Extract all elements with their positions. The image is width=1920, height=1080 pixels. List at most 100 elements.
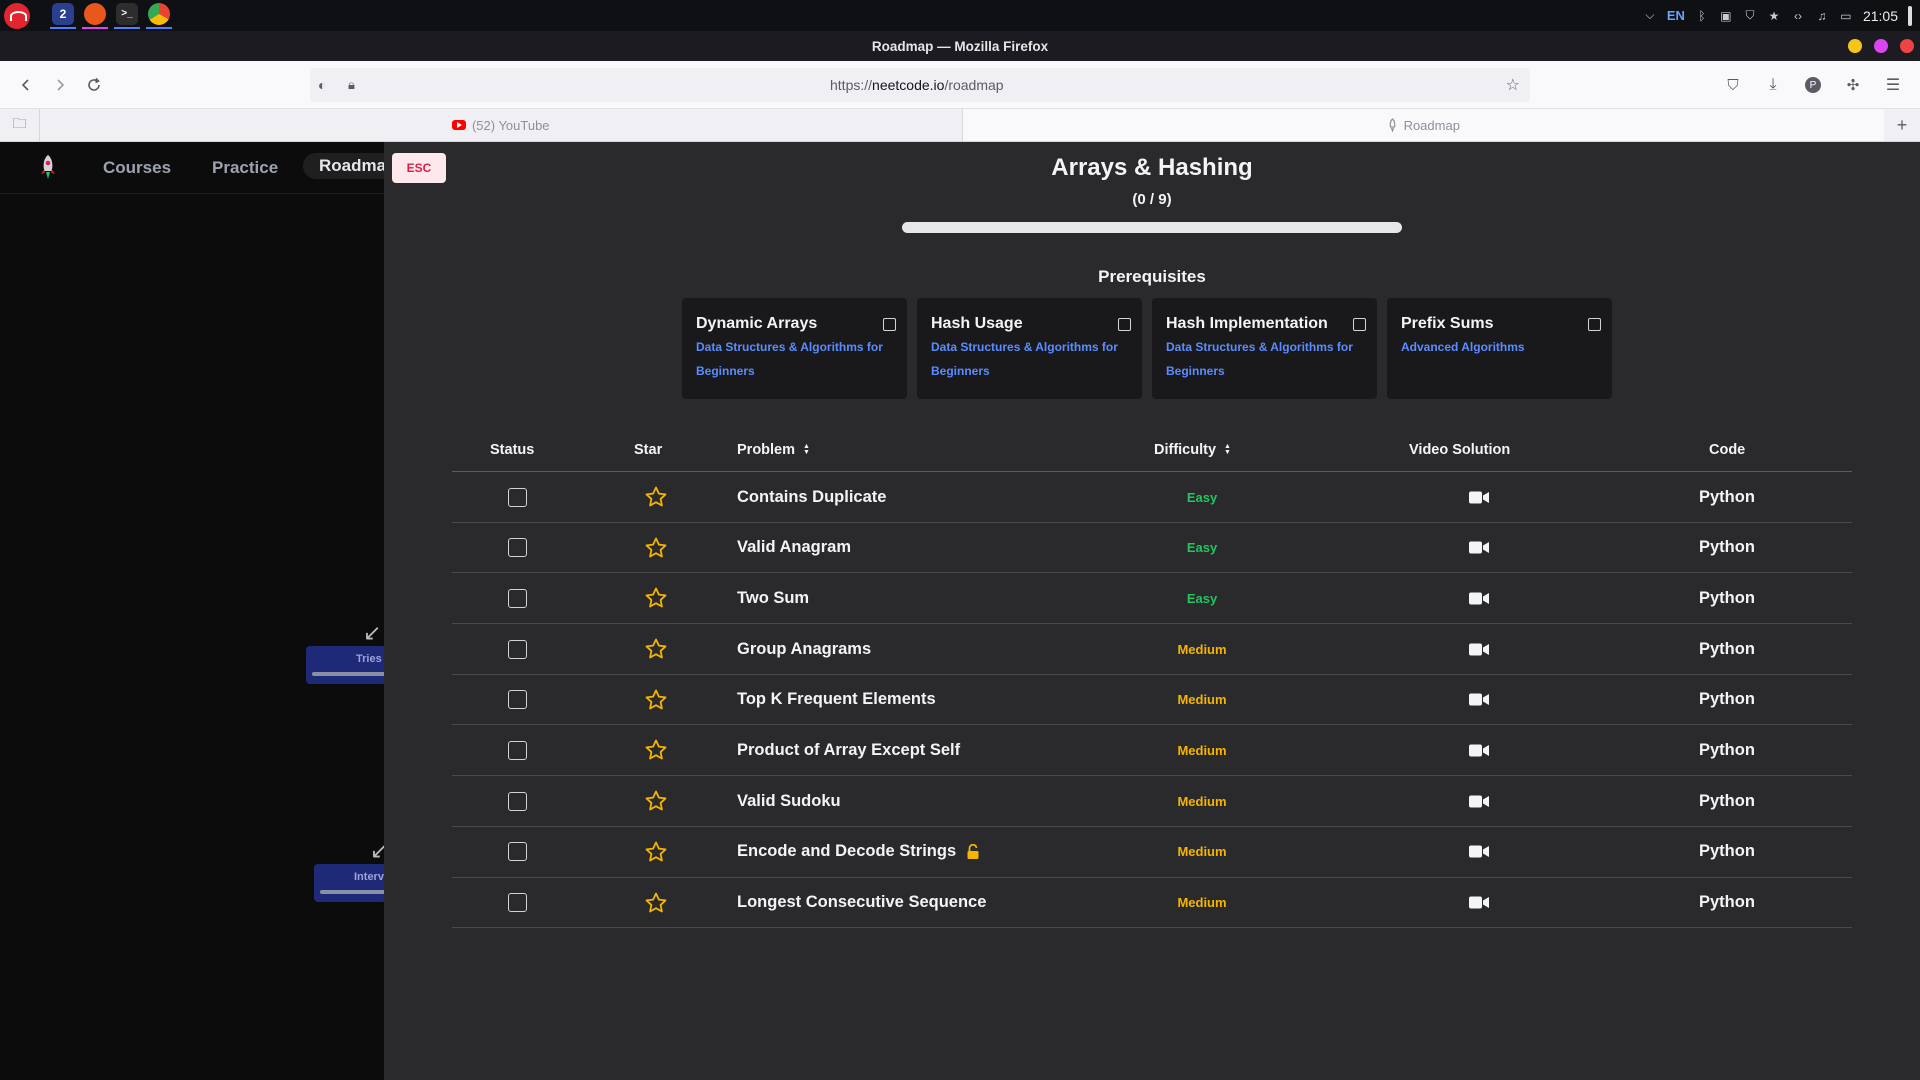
lock-icon[interactable]: 🔒︎: [348, 77, 355, 93]
header-problem[interactable]: Problem ▲ ▼: [737, 442, 810, 458]
keyboard-language[interactable]: EN: [1667, 8, 1685, 23]
code-link[interactable]: Python: [1699, 741, 1755, 760]
roadmap-node-tries[interactable]: Tries: [306, 646, 386, 684]
difficulty-cell: Medium: [1172, 624, 1232, 674]
prereq-checkbox[interactable]: [1588, 318, 1601, 331]
video-camera-icon[interactable]: [1469, 643, 1489, 656]
video-camera-icon[interactable]: [1469, 693, 1489, 706]
app-launcher-button[interactable]: [2, 1, 32, 31]
neetcode-logo-icon[interactable]: [38, 154, 58, 182]
problem-title: Encode and Decode Strings: [737, 842, 957, 861]
back-button[interactable]: [9, 68, 43, 102]
status-checkbox[interactable]: [508, 487, 527, 507]
status-checkbox[interactable]: [508, 740, 527, 760]
tracking-shield-icon[interactable]: ◐: [318, 77, 326, 93]
video-camera-icon[interactable]: [1469, 541, 1489, 554]
clipboard-icon[interactable]: ▣: [1719, 9, 1733, 23]
shield-icon[interactable]: ⛉: [1743, 8, 1757, 23]
status-checkbox[interactable]: [508, 538, 527, 558]
code-link[interactable]: Python: [1699, 690, 1755, 709]
prereq-course-link[interactable]: Data Structures & Algorithms for Beginne…: [931, 335, 1131, 383]
code-link[interactable]: Python: [1699, 640, 1755, 659]
code-link[interactable]: Python: [1699, 488, 1755, 507]
problem-link[interactable]: Two Sum: [737, 589, 809, 608]
star-icon[interactable]: [644, 688, 668, 712]
taskbar-app-files[interactable]: 2: [50, 1, 76, 31]
problem-link[interactable]: Longest Consecutive Sequence: [737, 893, 986, 912]
code-icon[interactable]: ‹›: [1791, 9, 1805, 23]
clock[interactable]: 21:05: [1863, 8, 1898, 24]
roadmap-node-intervals[interactable]: Interv: [314, 864, 386, 902]
chevron-down-icon[interactable]: ⌵: [1643, 8, 1657, 23]
pocket-button[interactable]: ⛉: [1716, 68, 1750, 102]
downloads-button[interactable]: ⤓: [1756, 68, 1790, 102]
extensions-button[interactable]: ✣: [1836, 68, 1870, 102]
video-camera-icon[interactable]: [1469, 592, 1489, 605]
status-checkbox[interactable]: [508, 690, 527, 710]
new-tab-button[interactable]: +: [1884, 109, 1920, 141]
video-camera-icon[interactable]: [1469, 845, 1489, 858]
status-checkbox[interactable]: [508, 791, 527, 811]
star-icon[interactable]: [644, 485, 668, 509]
star-icon[interactable]: ★: [1767, 9, 1781, 23]
url-text[interactable]: https://neetcode.io/roadmap: [830, 77, 1004, 93]
menu-button[interactable]: ☰: [1876, 68, 1910, 102]
star-icon[interactable]: [644, 738, 668, 762]
nav-link-practice[interactable]: Practice: [212, 158, 278, 178]
problem-link[interactable]: Valid Sudoku: [737, 792, 841, 811]
reload-button[interactable]: [77, 68, 111, 102]
problem-link[interactable]: Encode and Decode Strings: [737, 842, 980, 861]
battery-icon[interactable]: ▭: [1839, 9, 1853, 23]
status-checkbox[interactable]: [508, 588, 527, 608]
problem-link[interactable]: Valid Anagram: [737, 538, 851, 557]
star-icon[interactable]: [644, 891, 668, 915]
prereq-checkbox[interactable]: [883, 318, 896, 331]
prereq-course-link[interactable]: Data Structures & Algorithms for Beginne…: [696, 335, 896, 383]
nav-link-courses[interactable]: Courses: [103, 158, 171, 178]
code-link[interactable]: Python: [1699, 538, 1755, 557]
status-checkbox[interactable]: [508, 842, 527, 862]
code-link[interactable]: Python: [1699, 792, 1755, 811]
taskbar-app-terminal[interactable]: >_: [114, 1, 140, 31]
account-button[interactable]: P: [1796, 68, 1830, 102]
prereq-checkbox[interactable]: [1118, 318, 1131, 331]
star-icon[interactable]: [644, 637, 668, 661]
video-camera-icon[interactable]: [1469, 491, 1489, 504]
taskbar-app-firefox[interactable]: [82, 1, 108, 31]
problem-link[interactable]: Group Anagrams: [737, 640, 871, 659]
prereq-checkbox[interactable]: [1353, 318, 1366, 331]
music-icon[interactable]: ♫: [1815, 9, 1829, 23]
status-checkbox[interactable]: [508, 893, 527, 912]
prereq-course-link[interactable]: Advanced Algorithms: [1401, 335, 1601, 359]
forward-button[interactable]: [43, 68, 77, 102]
problem-link[interactable]: Contains Duplicate: [737, 488, 886, 507]
window-title: Roadmap — Mozilla Firefox: [871, 38, 1049, 54]
taskbar-app-chrome[interactable]: [146, 1, 172, 31]
problem-link[interactable]: Top K Frequent Elements: [737, 690, 936, 709]
star-cell: [644, 827, 668, 877]
tab-overview-button[interactable]: 🗀︎: [0, 109, 40, 141]
video-camera-icon[interactable]: [1469, 795, 1489, 808]
video-camera-icon[interactable]: [1469, 744, 1489, 757]
minimize-button[interactable]: [1848, 39, 1862, 53]
video-camera-icon[interactable]: [1469, 896, 1489, 909]
star-icon[interactable]: [644, 789, 668, 813]
star-icon[interactable]: [644, 536, 668, 560]
star-icon[interactable]: [644, 586, 668, 610]
tab-youtube[interactable]: (52) YouTube: [40, 109, 962, 141]
code-link[interactable]: Python: [1699, 893, 1755, 912]
tab-roadmap[interactable]: Roadmap: [961, 109, 1884, 141]
close-button[interactable]: [1900, 39, 1914, 53]
bookmark-star-icon[interactable]: ☆: [1506, 75, 1520, 95]
problem-link[interactable]: Product of Array Except Self: [737, 741, 960, 760]
code-link[interactable]: Python: [1699, 589, 1755, 608]
status-checkbox[interactable]: [508, 639, 527, 659]
prereq-course-link[interactable]: Data Structures & Algorithms for Beginne…: [1166, 335, 1366, 383]
table-header: Status Star Problem ▲ ▼ Difficulty ▲ ▼ Vid…: [452, 432, 1852, 472]
bluetooth-icon[interactable]: ᛒ: [1695, 9, 1709, 23]
url-bar[interactable]: ◐ 🔒︎ https://neetcode.io/roadmap ☆: [310, 68, 1530, 102]
maximize-button[interactable]: [1874, 39, 1888, 53]
header-difficulty[interactable]: Difficulty ▲ ▼: [1154, 442, 1231, 458]
star-icon[interactable]: [644, 840, 668, 864]
code-link[interactable]: Python: [1699, 842, 1755, 861]
